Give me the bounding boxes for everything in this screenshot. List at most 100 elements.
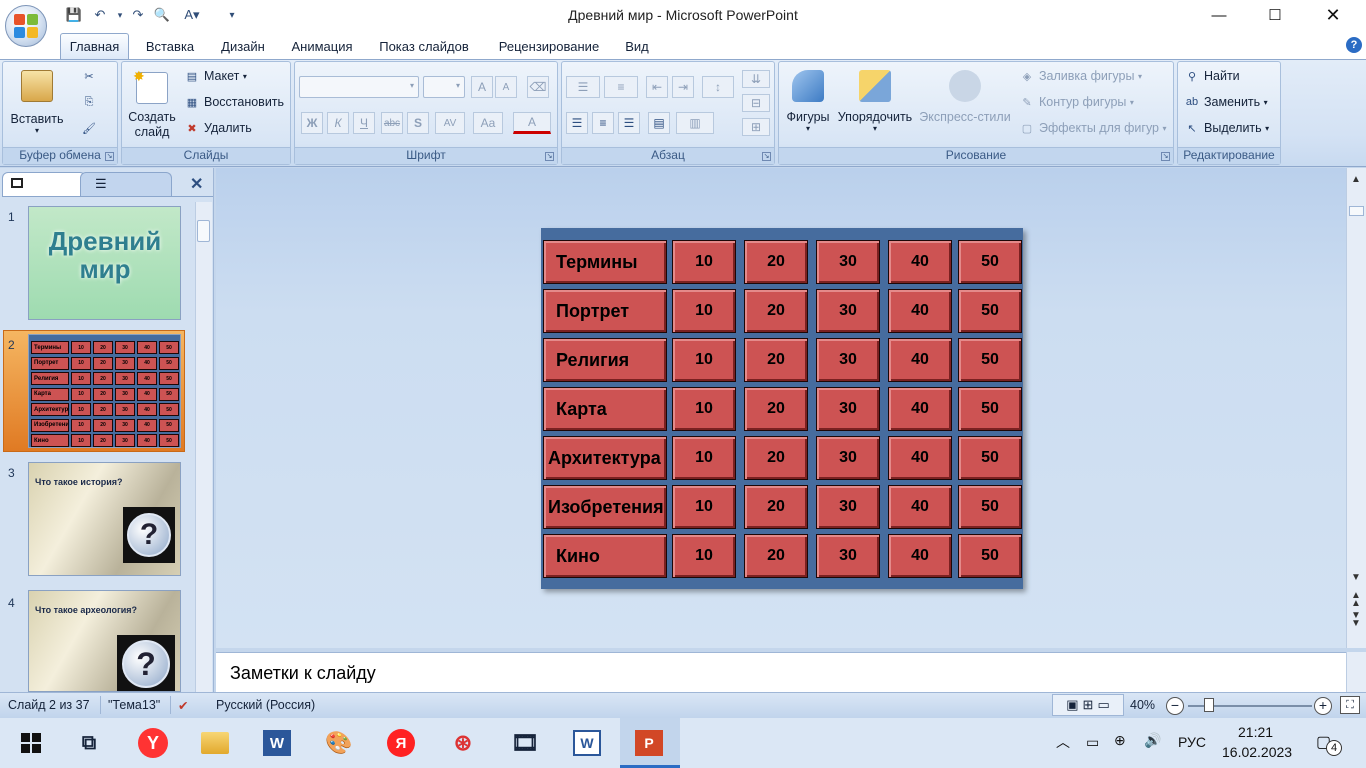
tray-chevron-icon[interactable]: ︿ (1056, 732, 1070, 752)
close-pane-icon[interactable]: ✕ (190, 174, 203, 194)
slide-scrollbar[interactable]: ▲ ▼ ▲ ▲ ▼ ▼ (1346, 168, 1366, 648)
font-family-select[interactable]: ▾ (299, 76, 419, 98)
minimize-button[interactable]: — (1196, 0, 1242, 30)
category-cell[interactable]: Портрет (543, 289, 667, 333)
points-cell[interactable]: 20 (744, 436, 808, 480)
justify-icon[interactable]: ▤ (648, 112, 670, 134)
notifications-icon[interactable]: ▢ 4 (1316, 732, 1342, 756)
notes-placeholder[interactable]: Заметки к слайду (230, 663, 376, 684)
strikethrough-button[interactable]: abc (381, 112, 403, 134)
next-slide-icon[interactable]: ▼ ▼ (1351, 611, 1361, 629)
scroll-thumb[interactable] (197, 220, 210, 242)
shapes-button[interactable]: Фигуры ▾ (783, 66, 833, 146)
underline-button[interactable]: Ч (353, 112, 375, 134)
yandex-icon[interactable]: Я (384, 726, 418, 760)
points-cell[interactable]: 10 (672, 436, 736, 480)
category-cell[interactable]: Кино (543, 534, 667, 578)
points-cell[interactable]: 30 (816, 289, 880, 333)
clock-date[interactable]: 16.02.2023 (1222, 744, 1292, 760)
scroll-down-icon[interactable]: ▼ (1351, 572, 1361, 583)
battery-icon[interactable]: ▭ (1086, 734, 1099, 751)
points-cell[interactable]: 50 (958, 387, 1022, 431)
category-cell[interactable]: Архитектура (543, 436, 667, 480)
drawing-launcher-icon[interactable]: ↘ (1161, 152, 1170, 161)
normal-view-icon[interactable]: ▣ (1066, 697, 1078, 713)
points-cell[interactable]: 30 (816, 240, 880, 284)
points-cell[interactable]: 40 (888, 240, 952, 284)
points-cell[interactable]: 10 (672, 289, 736, 333)
category-cell[interactable]: Изобретения (543, 485, 667, 529)
tab-view[interactable]: Вид (618, 33, 656, 59)
font-color-button[interactable]: A (513, 112, 551, 134)
tab-insert[interactable]: Вставка (138, 33, 202, 59)
replace-button[interactable]: ab Заменить ▾ (1184, 94, 1268, 110)
shape-effects-button[interactable]: ▢ Эффекты для фигур ▾ (1019, 120, 1167, 136)
points-cell[interactable]: 40 (888, 436, 952, 480)
app-icon[interactable]: ⊛ (446, 726, 480, 760)
file-explorer-icon[interactable] (198, 726, 232, 760)
points-cell[interactable]: 20 (744, 387, 808, 431)
italic-button[interactable]: К (327, 112, 349, 134)
points-cell[interactable]: 10 (672, 534, 736, 578)
points-cell[interactable]: 10 (672, 240, 736, 284)
tab-design[interactable]: Дизайн (212, 33, 274, 59)
points-cell[interactable]: 20 (744, 289, 808, 333)
scroll-up-icon[interactable]: ▲ (1351, 174, 1361, 185)
zoom-out-icon[interactable]: − (1166, 697, 1184, 715)
align-left-icon[interactable]: ☰ (566, 112, 588, 134)
network-icon[interactable]: ⊕ (1114, 732, 1126, 749)
tab-slideshow[interactable]: Показ слайдов (370, 33, 478, 59)
points-cell[interactable]: 20 (744, 534, 808, 578)
previous-slide-icon[interactable]: ▲ ▲ (1351, 591, 1361, 609)
new-slide-button[interactable]: ✸ Создать слайд (126, 66, 178, 146)
columns-icon[interactable]: ▥ (676, 112, 714, 134)
paste-button[interactable]: Вставить ▾ (9, 66, 65, 146)
category-cell[interactable]: Религия (543, 338, 667, 382)
windows-start-icon[interactable] (14, 726, 48, 760)
reset-button[interactable]: ▦ Восстановить (184, 94, 284, 110)
cut-icon[interactable]: ✂ (81, 68, 97, 84)
slide-canvas[interactable]: Термины 10 20 30 40 50 Портрет 10 20 30 40 50 Религи… (541, 228, 1023, 589)
points-cell[interactable]: 20 (744, 485, 808, 529)
points-cell[interactable]: 40 (888, 387, 952, 431)
notes-scrollbar[interactable] (1346, 652, 1366, 692)
text-direction-icon[interactable]: ⇊ (742, 70, 770, 88)
word-icon[interactable]: W (260, 726, 294, 760)
points-cell[interactable]: 50 (958, 338, 1022, 382)
word-document-icon[interactable]: W (570, 726, 604, 760)
tab-outline[interactable]: ☰ (80, 172, 172, 196)
fit-to-window-icon[interactable]: ⛶ (1340, 696, 1360, 714)
change-case-button[interactable]: Aa (473, 112, 503, 134)
quick-styles-button[interactable]: Экспресс-стили (917, 66, 1013, 146)
points-cell[interactable]: 50 (958, 289, 1022, 333)
points-cell[interactable]: 50 (958, 485, 1022, 529)
media-player-icon[interactable]: 🎞 (508, 726, 542, 760)
volume-icon[interactable]: 🔊 (1144, 732, 1161, 749)
points-cell[interactable]: 40 (888, 485, 952, 529)
thumbnail-slide-3[interactable]: Что такое история? ? (28, 462, 181, 576)
input-language[interactable]: РУС (1178, 734, 1206, 750)
decrease-indent-icon[interactable]: ⇤ (646, 76, 668, 98)
font-size-select[interactable]: ▾ (423, 76, 465, 98)
maximize-button[interactable]: ☐ (1252, 0, 1298, 30)
zoom-level[interactable]: 40% (1130, 698, 1155, 712)
points-cell[interactable]: 50 (958, 534, 1022, 578)
points-cell[interactable]: 10 (672, 338, 736, 382)
tab-animation[interactable]: Анимация (284, 33, 360, 59)
points-cell[interactable]: 30 (816, 338, 880, 382)
notes-pane[interactable]: Заметки к слайду (216, 652, 1346, 692)
paint-icon[interactable]: 🎨 (322, 726, 356, 760)
points-cell[interactable]: 40 (888, 534, 952, 578)
numbering-icon[interactable]: ≡ (604, 76, 638, 98)
smartart-icon[interactable]: ⊞ (742, 118, 770, 136)
find-button[interactable]: ⚲ Найти (1184, 68, 1240, 84)
close-button[interactable]: ✕ (1310, 0, 1356, 30)
points-cell[interactable]: 30 (816, 436, 880, 480)
points-cell[interactable]: 50 (958, 436, 1022, 480)
clipboard-launcher-icon[interactable]: ↘ (105, 152, 114, 161)
points-cell[interactable]: 10 (672, 387, 736, 431)
shrink-font-button[interactable]: A (495, 76, 517, 98)
language-status[interactable]: Русский (Россия) (216, 698, 315, 712)
layout-button[interactable]: ▤ Макет ▾ (184, 68, 247, 84)
spellcheck-icon[interactable]: ✔ (178, 698, 188, 713)
